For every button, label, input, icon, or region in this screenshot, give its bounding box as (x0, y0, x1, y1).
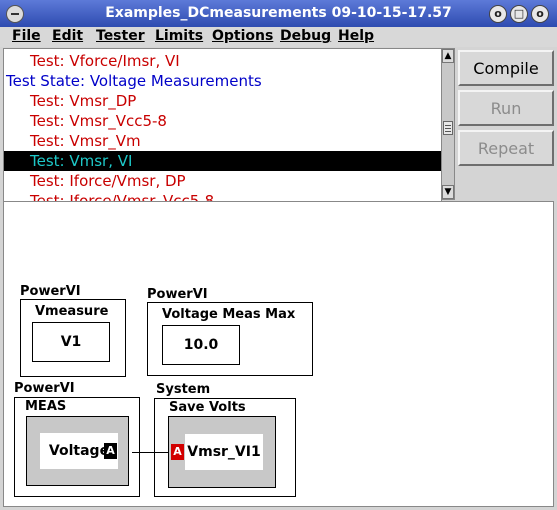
block-category-label: PowerVI (147, 287, 208, 302)
repeat-button[interactable]: Repeat (458, 130, 554, 166)
menu-edit[interactable]: Edit (52, 28, 83, 44)
scrollbar-thumb[interactable] (443, 121, 453, 135)
connection-wire[interactable] (132, 452, 168, 453)
window-title: Examples_DCmeasurements 09-10-15-17.57 (105, 5, 452, 21)
meas-block[interactable]: MEAS Voltage A (14, 397, 140, 497)
title-bar: Examples_DCmeasurements 09-10-15-17.57 o… (0, 0, 557, 28)
block-category-label: System (156, 382, 211, 397)
block-name-label: Voltage Meas Max (162, 307, 296, 322)
save-volts-input-field[interactable]: Vmsr_VI1 (185, 434, 263, 470)
voltage-meas-max-block[interactable]: Voltage Meas Max 10.0 (147, 302, 313, 376)
menu-file[interactable]: File (12, 28, 41, 44)
close-icon: o (536, 7, 544, 20)
menu-tester[interactable]: Tester (96, 28, 145, 44)
maximize-button[interactable]: □ (510, 5, 528, 23)
list-scrollbar[interactable]: ▲ ▼ (441, 48, 455, 200)
diagram-canvas[interactable]: PowerVI Vmeasure V1 PowerVI Voltage Meas… (3, 201, 554, 507)
menu-help[interactable]: Help (338, 28, 374, 44)
test-list[interactable]: Test: Vforce/Imsr, VI Test State: Voltag… (3, 48, 442, 202)
compile-button[interactable]: Compile (458, 50, 554, 86)
scroll-up-arrow-icon[interactable]: ▲ (442, 49, 454, 63)
menu-bar: File Edit Tester Limits Options Debug He… (0, 27, 557, 47)
save-volts-block[interactable]: Save Volts A Vmsr_VI1 (154, 398, 296, 497)
run-button[interactable]: Run (458, 90, 554, 126)
block-name-label: Vmeasure (35, 304, 109, 319)
scroll-down-arrow-icon[interactable]: ▼ (442, 185, 454, 199)
block-category-label: PowerVI (14, 381, 75, 396)
list-item[interactable]: Test State: Voltage Measurements (4, 71, 441, 91)
list-item-selected[interactable]: Test: Vmsr, VI (4, 151, 441, 171)
save-volts-block-body: A Vmsr_VI1 (168, 416, 276, 488)
menu-limits[interactable]: Limits (155, 28, 203, 44)
menu-options[interactable]: Options (212, 28, 273, 44)
minimize-icon: o (494, 7, 502, 20)
voltage-meas-max-value-field[interactable]: 10.0 (162, 325, 240, 365)
maximize-icon: □ (513, 7, 525, 20)
output-port[interactable]: A (104, 443, 117, 459)
list-item[interactable]: Test: Vmsr_Vcc5-8 (4, 111, 441, 131)
list-item[interactable]: Test: Vmsr_Vm (4, 131, 441, 151)
block-name-label: Save Volts (169, 400, 246, 415)
block-name-label: MEAS (25, 399, 67, 414)
meas-block-body: Voltage A (26, 416, 129, 486)
minimize-button[interactable]: o (489, 5, 507, 23)
list-item[interactable]: Test: Iforce/Vmsr, DP (4, 171, 441, 191)
vmeasure-value-field[interactable]: V1 (32, 322, 110, 362)
list-item[interactable]: Test: Vmsr_DP (4, 91, 441, 111)
menu-debug[interactable]: Debug (280, 28, 331, 44)
input-port[interactable]: A (171, 444, 184, 460)
vmeasure-block[interactable]: Vmeasure V1 (20, 299, 126, 377)
close-button[interactable]: o (531, 5, 549, 23)
list-item[interactable]: Test: Vforce/Imsr, VI (4, 51, 441, 71)
block-category-label: PowerVI (20, 284, 81, 299)
